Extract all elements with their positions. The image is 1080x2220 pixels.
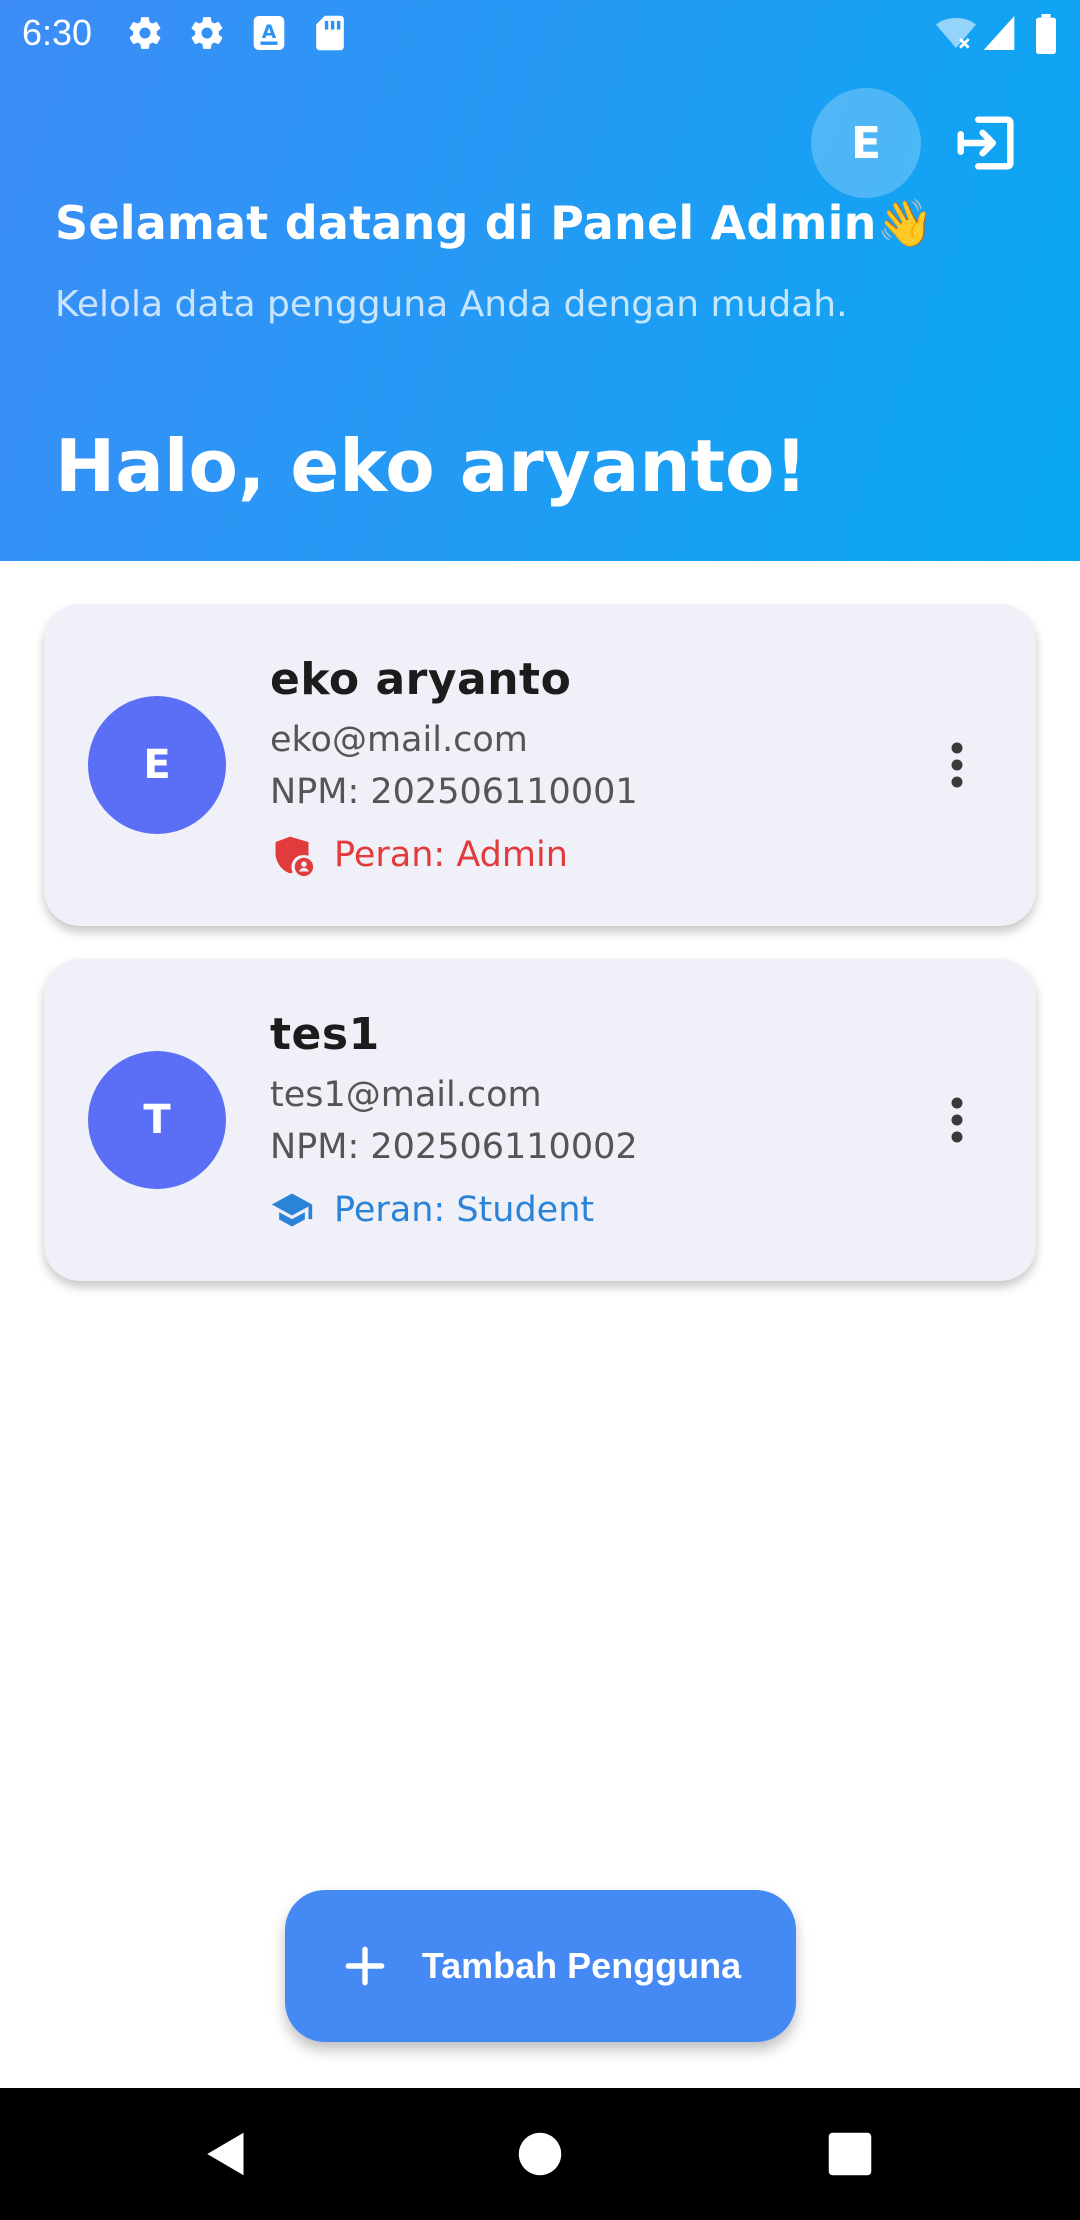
add-user-button[interactable]: Tambah Pengguna xyxy=(285,1890,796,2042)
settings-icon xyxy=(129,17,161,49)
status-time: 6:30 xyxy=(22,12,93,53)
back-icon[interactable] xyxy=(196,2124,256,2184)
settings-icon xyxy=(191,17,223,49)
profile-avatar[interactable]: E xyxy=(811,88,921,198)
more-vert-icon xyxy=(951,1097,963,1143)
user-role: Peran: Admin xyxy=(270,830,568,880)
user-npm: NPM: 202506110001 xyxy=(270,772,638,812)
user-role: Peran: Student xyxy=(270,1185,594,1235)
profile-avatar-initial: E xyxy=(850,117,882,169)
user-name: tes1 xyxy=(270,1009,380,1060)
battery-icon xyxy=(1036,14,1056,54)
graduation-cap-icon xyxy=(271,1193,313,1227)
user-card[interactable]: T tes1 tes1@mail.com NPM: 202506110002 P… xyxy=(44,959,1036,1281)
more-options-button[interactable] xyxy=(932,740,982,790)
admin-shield-icon xyxy=(275,836,314,877)
recents-icon[interactable] xyxy=(820,2124,880,2184)
user-npm: NPM: 202506110002 xyxy=(270,1127,638,1167)
status-bar: 6:30 A xyxy=(0,0,1080,66)
more-options-button[interactable] xyxy=(932,1095,982,1145)
wifi-icon xyxy=(936,18,976,49)
user-name: eko aryanto xyxy=(270,654,572,705)
user-role-label: Peran: Student xyxy=(334,1190,595,1230)
user-avatar-initial: T xyxy=(143,1097,171,1143)
user-card[interactable]: E eko aryanto eko@mail.com NPM: 20250611… xyxy=(44,604,1036,926)
signal-icon xyxy=(983,16,1015,50)
user-email: tes1@mail.com xyxy=(270,1075,542,1115)
sd-card-icon xyxy=(316,15,344,51)
user-avatar-initial: E xyxy=(143,742,171,788)
more-vert-icon xyxy=(951,742,963,788)
keyboard-icon: A xyxy=(253,16,285,50)
greeting-title: Halo, eko aryanto! xyxy=(55,424,808,508)
header: 6:30 A E Selamat datang di Panel Admin👋 … xyxy=(0,0,1080,561)
welcome-subtitle: Kelola data pengguna Anda dengan mudah. xyxy=(55,284,848,325)
user-role-label: Peran: Admin xyxy=(334,835,568,875)
home-icon[interactable] xyxy=(510,2124,570,2184)
welcome-title: Selamat datang di Panel Admin👋 xyxy=(55,196,935,250)
add-user-label: Tambah Pengguna xyxy=(421,1945,742,1986)
navigation-bar xyxy=(0,2088,1080,2220)
user-avatar: E xyxy=(88,696,226,834)
user-email: eko@mail.com xyxy=(270,720,528,760)
logout-icon[interactable] xyxy=(952,108,1022,178)
user-avatar: T xyxy=(88,1051,226,1189)
svg-text:A: A xyxy=(262,22,277,43)
plus-icon xyxy=(345,1946,385,1986)
